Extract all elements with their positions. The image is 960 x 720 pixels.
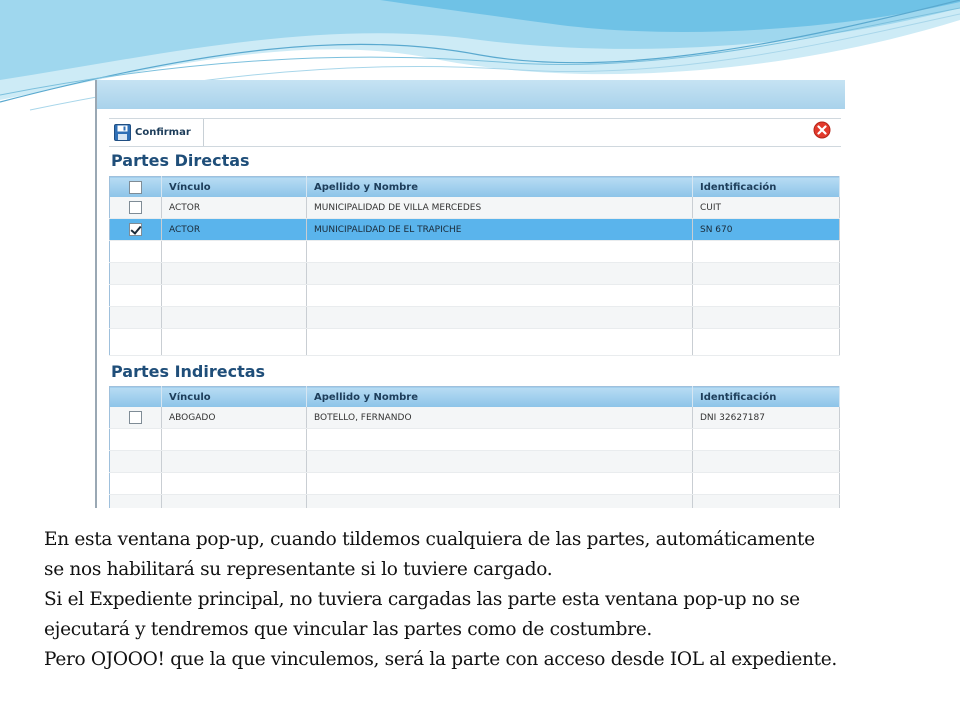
- grid-header: Vínculo Apellido y Nombre Identificación: [109, 176, 840, 197]
- cell-vinculo: ACTOR: [161, 197, 307, 219]
- select-all-cell: [109, 176, 162, 197]
- cell-vinculo: ACTOR: [161, 218, 307, 241]
- cell-identificacion: SN 670: [692, 218, 840, 241]
- cell-nombre: BOTELLO, FERNANDO: [306, 407, 693, 429]
- empty-row: [109, 306, 840, 329]
- cell-identificacion: DNI 32627187: [692, 407, 840, 429]
- table-row[interactable]: ACTOR MUNICIPALIDAD DE VILLA MERCEDES CU…: [109, 197, 840, 219]
- cell-vinculo: ABOGADO: [161, 407, 307, 429]
- indirect-parties-title: Partes Indirectas: [111, 362, 266, 381]
- column-header-vinculo: Vínculo: [161, 176, 307, 197]
- row-select-cell: [109, 197, 162, 219]
- description-line: se nos habilitará su representante si lo…: [44, 559, 553, 580]
- column-header-nombre: Apellido y Nombre: [306, 386, 693, 407]
- column-header-vinculo: Vínculo: [161, 386, 307, 407]
- confirm-label: Confirmar: [135, 127, 191, 138]
- empty-row: [109, 284, 840, 307]
- column-header-identificacion: Identificación: [692, 176, 840, 197]
- description-line: Si el Expediente principal, no tuviera c…: [44, 589, 800, 610]
- table-row-selected[interactable]: ACTOR MUNICIPALIDAD DE EL TRAPICHE SN 67…: [109, 218, 840, 241]
- row-select-cell: [109, 407, 162, 429]
- popup-window: Confirmar Partes Directas Vínculo Apelli…: [95, 80, 845, 508]
- grid-header: Vínculo Apellido y Nombre Identificación: [109, 386, 840, 407]
- row-checkbox[interactable]: [129, 411, 142, 424]
- select-all-checkbox[interactable]: [129, 180, 142, 194]
- save-icon: [114, 124, 131, 141]
- description-line: ejecutará y tendremos que vincular las p…: [44, 619, 652, 640]
- cell-identificacion: CUIT: [692, 197, 840, 219]
- row-checkbox[interactable]: [129, 223, 142, 236]
- close-icon[interactable]: [813, 121, 831, 139]
- empty-row: [109, 472, 840, 495]
- description-text: En esta ventana pop-up, cuando tildemos …: [44, 525, 949, 675]
- cell-nombre: MUNICIPALIDAD DE EL TRAPICHE: [306, 218, 693, 241]
- toolbar: Confirmar: [109, 118, 841, 147]
- empty-row: [109, 328, 840, 356]
- column-header-identificacion: Identificación: [692, 386, 840, 407]
- empty-row: [109, 450, 840, 473]
- empty-row: [109, 494, 840, 508]
- empty-row: [109, 262, 840, 285]
- direct-parties-title: Partes Directas: [111, 151, 250, 170]
- window-titlebar: [97, 80, 845, 109]
- confirm-button[interactable]: Confirmar: [109, 119, 204, 146]
- cell-nombre: MUNICIPALIDAD DE VILLA MERCEDES: [306, 197, 693, 219]
- row-checkbox[interactable]: [129, 201, 142, 214]
- empty-row: [109, 428, 840, 451]
- description-line: Pero OJOOO! que la que vinculemos, será …: [44, 649, 837, 670]
- select-all-cell: [109, 386, 162, 407]
- direct-parties-grid: Vínculo Apellido y Nombre Identificación…: [109, 176, 840, 356]
- empty-row: [109, 240, 840, 263]
- column-header-nombre: Apellido y Nombre: [306, 176, 693, 197]
- indirect-parties-grid: Vínculo Apellido y Nombre Identificación…: [109, 386, 840, 508]
- table-row[interactable]: ABOGADO BOTELLO, FERNANDO DNI 32627187: [109, 407, 840, 429]
- row-select-cell: [109, 218, 162, 241]
- description-line: En esta ventana pop-up, cuando tildemos …: [44, 529, 815, 550]
